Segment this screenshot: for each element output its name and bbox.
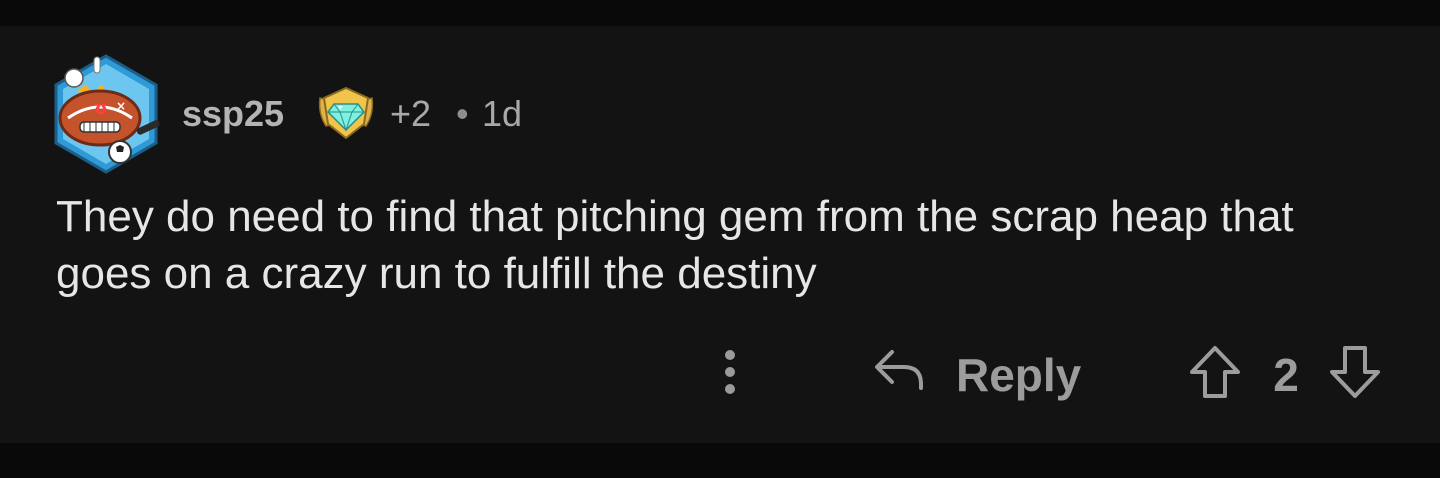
award-count: +2: [390, 93, 432, 134]
downvote-button[interactable]: [1328, 344, 1382, 400]
comment-timestamp: 1d: [482, 93, 523, 134]
bottom-divider: [0, 443, 1440, 478]
football-avatar-icon: ʊ ×: [54, 54, 160, 174]
upvote-arrow-icon: [1190, 346, 1240, 398]
vertical-ellipsis-icon: [725, 350, 735, 360]
comment-body: They do need to find that pitching gem f…: [56, 192, 1294, 298]
reply-button[interactable]: Reply: [866, 340, 1086, 410]
diamond-badge-icon: [318, 86, 374, 140]
meta-separator: •: [456, 93, 469, 134]
achievement-badge[interactable]: [316, 84, 376, 142]
svg-text:ʊ: ʊ: [94, 98, 108, 119]
svg-text:×: ×: [116, 99, 126, 113]
downvote-arrow-icon: [1330, 346, 1380, 398]
reply-label: Reply: [956, 349, 1082, 401]
more-options-button[interactable]: [712, 344, 748, 400]
username[interactable]: ssp25: [182, 94, 284, 134]
user-avatar[interactable]: ʊ ×: [50, 52, 162, 176]
vote-count: 2: [1273, 349, 1299, 401]
upvote-button[interactable]: [1188, 344, 1242, 400]
reply-arrow-icon: [875, 350, 923, 390]
top-divider: [0, 0, 1440, 26]
